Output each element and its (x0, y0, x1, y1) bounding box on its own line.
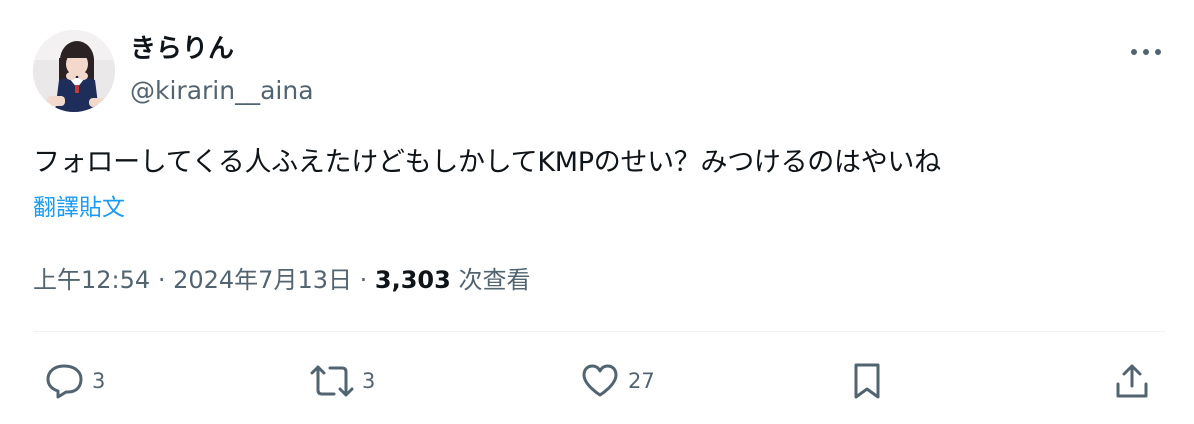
repost-button[interactable]: 3 (310, 362, 375, 400)
share-upload-icon (1116, 364, 1148, 398)
avatar-image (33, 30, 115, 112)
avatar[interactable] (33, 30, 115, 112)
views-count: 3,303 (374, 266, 451, 294)
bookmark-button[interactable] (850, 362, 884, 400)
author-handle[interactable]: @kirarin__aina (130, 74, 314, 108)
author-display-name[interactable]: きらりん (130, 32, 234, 66)
more-options-button[interactable] (1126, 40, 1166, 64)
repost-count: 3 (362, 369, 376, 393)
like-count: 27 (628, 369, 655, 393)
share-button[interactable] (1114, 362, 1150, 400)
views-label: 次查看 (458, 266, 531, 294)
like-button[interactable]: 27 (580, 362, 655, 400)
tweet-time[interactable]: 上午12:54 (33, 266, 150, 294)
meta-separator: · (359, 266, 368, 294)
more-horizontal-icon (1131, 49, 1161, 55)
reply-button[interactable]: 3 (44, 362, 105, 400)
heart-icon (582, 364, 618, 397)
tweet-meta: 上午12:54 · 2024年7月13日 · 3,303 次查看 (33, 263, 530, 297)
reply-count: 3 (92, 369, 106, 393)
reply-bubble-icon (46, 364, 83, 399)
divider (33, 331, 1165, 332)
tweet-text: フォローしてくる人ふえたけどもしかしてKMPのせい？みつけるのはやいね (33, 147, 941, 178)
bookmark-icon (854, 363, 880, 399)
repost-arrows-icon (310, 365, 354, 397)
meta-separator: · (157, 266, 166, 294)
translate-link[interactable]: 翻譯貼文 (33, 193, 125, 223)
tweet-date[interactable]: 2024年7月13日 (173, 266, 352, 294)
